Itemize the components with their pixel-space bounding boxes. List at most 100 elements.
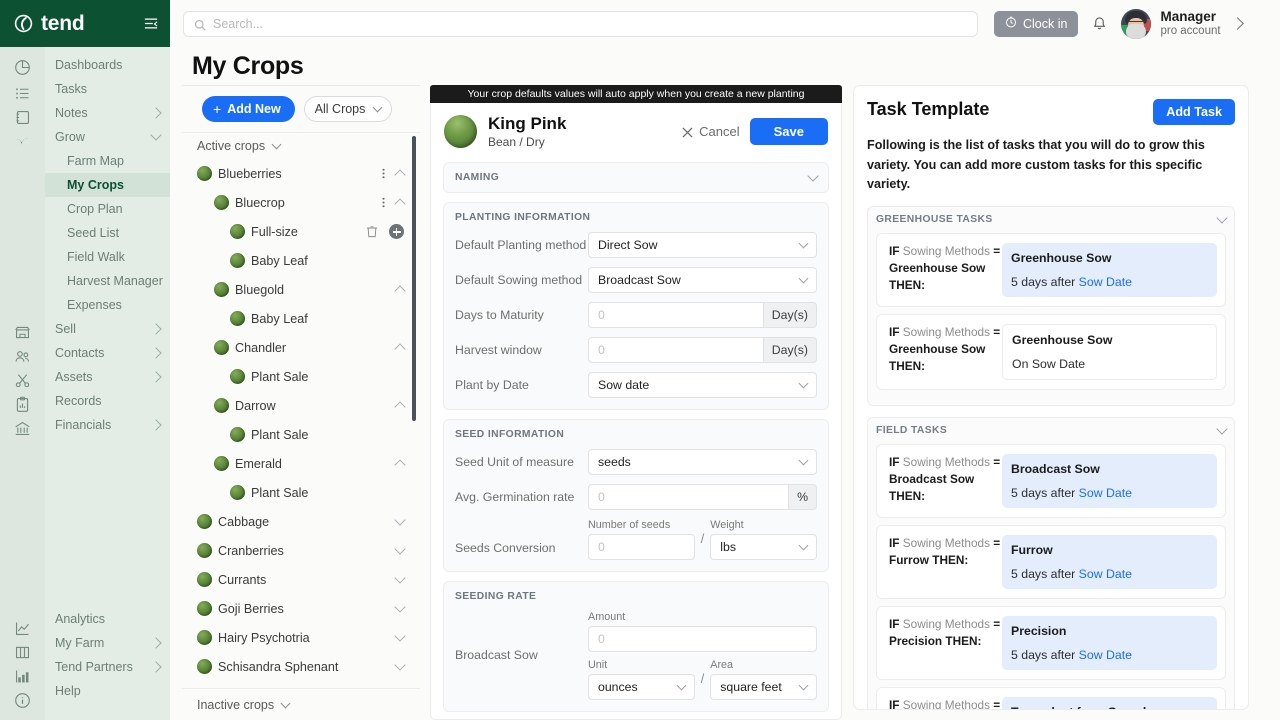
sidebar-item-field-walk[interactable]: Field Walk <box>45 245 170 269</box>
section-naming[interactable]: NAMING <box>443 162 829 193</box>
sidebar-item-assets[interactable]: Assets <box>45 365 170 389</box>
chevron-up-icon[interactable] <box>394 459 405 470</box>
chevron-down-icon[interactable] <box>394 543 405 554</box>
sidebar-item-help[interactable]: Help <box>45 679 170 703</box>
collapse-sidebar-icon[interactable] <box>144 17 158 30</box>
crop-list-item[interactable]: Plant Sale <box>182 420 420 449</box>
sidebar-item-crop-plan[interactable]: Crop Plan <box>45 197 170 221</box>
crops-scroll-area[interactable]: Active crops Blueberries Bluecrop Full-s… <box>182 132 420 689</box>
task-action[interactable]: Precision 5 days after Sow Date <box>1002 616 1217 670</box>
sidebar-item-expenses[interactable]: Expenses <box>45 293 170 317</box>
search-input[interactable]: Search... <box>183 11 978 37</box>
crop-list-item[interactable]: Goji Berries <box>182 594 420 623</box>
sprout-icon[interactable] <box>14 133 31 150</box>
active-crops-header[interactable]: Active crops <box>182 133 420 159</box>
amount-input[interactable]: 0 <box>588 626 817 652</box>
task-group-header[interactable]: GREENHOUSE TASKS <box>876 207 1226 233</box>
sow-date-link[interactable]: Sow Date <box>1079 648 1132 662</box>
crop-list-item[interactable]: Schisandra Sphenant <box>182 652 420 681</box>
task-item[interactable]: IF Sowing Methods = Precision THEN: Prec… <box>876 606 1226 680</box>
crop-list-item[interactable]: Currants <box>182 565 420 594</box>
task-item[interactable]: IF Sowing Methods = Transplant from Tran… <box>876 687 1226 710</box>
sidebar-item-harvest-manager[interactable]: Harvest Manager <box>45 269 170 293</box>
task-group-header[interactable]: FIELD TASKS <box>876 418 1226 444</box>
crop-list-item[interactable]: Bluegold <box>182 275 420 304</box>
task-item[interactable]: IF Sowing Methods = Greenhouse Sow THEN:… <box>876 233 1226 307</box>
task-item[interactable]: IF Sowing Methods = Greenhouse Sow THEN:… <box>876 314 1226 390</box>
trash-icon[interactable] <box>366 225 378 238</box>
rate-unit-select[interactable]: ounces <box>588 674 695 700</box>
clock-in-button[interactable]: Clock in <box>994 11 1078 37</box>
columns-icon[interactable] <box>14 644 31 661</box>
info-icon[interactable] <box>14 692 31 709</box>
chevron-up-icon[interactable] <box>394 285 405 296</box>
notebook-icon[interactable] <box>14 109 31 126</box>
harvest-window-input[interactable]: 0 <box>588 337 764 363</box>
analytics-line-icon[interactable] <box>14 620 31 637</box>
planting-method-select[interactable]: Direct Sow <box>588 232 817 258</box>
sidebar-item-analytics[interactable]: Analytics <box>45 607 170 631</box>
crop-list-item[interactable]: Full-size <box>182 217 420 246</box>
add-variety-icon[interactable] <box>389 224 404 239</box>
sidebar-item-tend-partners[interactable]: Tend Partners <box>45 655 170 679</box>
store-icon[interactable] <box>14 324 31 341</box>
user-block[interactable]: Manager pro account <box>1160 9 1220 38</box>
sow-date-link[interactable]: Sow Date <box>1079 275 1132 289</box>
crop-list-item[interactable]: Cabbage <box>182 507 420 536</box>
weight-unit-select[interactable]: lbs <box>710 534 817 560</box>
all-crops-filter[interactable]: All Crops <box>304 96 393 122</box>
task-action[interactable]: Furrow 5 days after Sow Date <box>1002 535 1217 589</box>
rate-area-select[interactable]: square feet <box>710 674 817 700</box>
more-options-icon[interactable] <box>382 167 385 180</box>
sidebar-item-dashboards[interactable]: Dashboards <box>45 53 170 77</box>
chevron-down-icon[interactable] <box>394 601 405 612</box>
chevron-up-icon[interactable] <box>394 169 405 180</box>
add-task-button[interactable]: Add Task <box>1153 99 1235 125</box>
save-button[interactable]: Save <box>750 118 828 145</box>
people-icon[interactable] <box>14 348 31 365</box>
pie-chart-icon[interactable] <box>14 59 31 76</box>
scissors-icon[interactable] <box>14 372 31 389</box>
chevron-down-icon[interactable] <box>394 659 405 670</box>
bar-chart-icon[interactable] <box>14 668 31 685</box>
sidebar-item-my-farm[interactable]: My Farm <box>45 631 170 655</box>
number-of-seeds-input[interactable]: 0 <box>588 534 695 560</box>
clipboard-chart-icon[interactable] <box>14 396 31 413</box>
sow-date-link[interactable]: Sow Date <box>1079 486 1132 500</box>
add-new-button[interactable]: + Add New <box>202 96 295 122</box>
sidebar-item-farm-map[interactable]: Farm Map <box>45 149 170 173</box>
sow-date-link[interactable]: Sow Date <box>1079 567 1132 581</box>
bank-icon[interactable] <box>14 420 31 437</box>
germination-rate-input[interactable]: 0 <box>588 484 789 510</box>
seed-unit-select[interactable]: seeds <box>588 449 817 475</box>
crop-list-item[interactable]: Plant Sale <box>182 362 420 391</box>
more-options-icon[interactable] <box>382 196 385 209</box>
chevron-down-icon[interactable] <box>394 572 405 583</box>
crop-list-item[interactable]: Baby Leaf <box>182 246 420 275</box>
sidebar-item-tasks[interactable]: Tasks <box>45 77 170 101</box>
sidebar-item-records[interactable]: Records <box>45 389 170 413</box>
plant-by-date-select[interactable]: Sow date <box>588 372 817 398</box>
sidebar-item-seed-list[interactable]: Seed List <box>45 221 170 245</box>
chevron-up-icon[interactable] <box>394 343 405 354</box>
list-icon[interactable] <box>14 85 31 102</box>
crop-list-item[interactable]: Emerald <box>182 449 420 478</box>
crop-list-item[interactable]: Bluecrop <box>182 188 420 217</box>
crop-list-item[interactable]: Plant Sale <box>182 478 420 507</box>
task-action[interactable]: Greenhouse Sow On Sow Date <box>1002 324 1217 380</box>
task-action[interactable]: Transplant from Greenhouse 5 days after … <box>1002 697 1217 710</box>
cancel-button[interactable]: Cancel <box>682 124 739 139</box>
crop-list-item[interactable]: Cranberries <box>182 536 420 565</box>
chevron-up-icon[interactable] <box>394 198 405 209</box>
sowing-method-select[interactable]: Broadcast Sow <box>588 267 817 293</box>
crop-list-item[interactable]: Blueberries <box>182 159 420 188</box>
crop-list-item[interactable]: Baby Leaf <box>182 304 420 333</box>
sidebar-item-financials[interactable]: Financials <box>45 413 170 437</box>
task-action[interactable]: Greenhouse Sow 5 days after Sow Date <box>1002 243 1217 297</box>
chevron-right-icon[interactable] <box>1231 17 1244 30</box>
avatar[interactable] <box>1121 9 1151 39</box>
notification-bell-icon[interactable] <box>1092 16 1107 31</box>
crop-list-item[interactable]: Chandler <box>182 333 420 362</box>
task-action[interactable]: Broadcast Sow 5 days after Sow Date <box>1002 454 1217 508</box>
chevron-down-icon[interactable] <box>394 630 405 641</box>
